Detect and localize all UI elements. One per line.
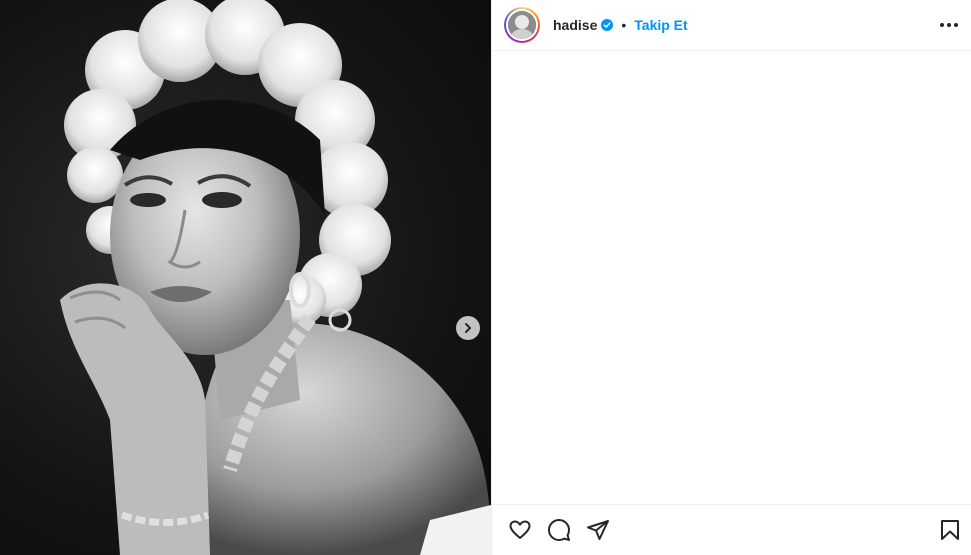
comment-button[interactable] [547,518,571,542]
separator-dot: • [621,17,627,33]
post-sidebar: hadise • Takip Et [492,0,971,555]
post-actions [492,504,971,555]
verified-badge-icon [601,19,614,31]
comment-icon [548,519,570,541]
post-header: hadise • Takip Et [492,0,971,51]
avatar[interactable] [508,11,536,39]
share-button[interactable] [586,518,610,542]
chevron-right-icon [465,323,471,333]
post-photo [60,0,491,555]
more-options-icon [940,23,958,27]
heart-icon [509,520,531,539]
avatar-image [508,11,536,39]
username-link[interactable]: hadise [553,17,597,33]
instagram-post: hadise • Takip Et [0,0,971,555]
more-options-button[interactable] [937,13,961,37]
post-media[interactable] [0,0,491,555]
bookmark-icon [941,520,959,540]
avatar-border [506,9,538,41]
story-ring[interactable] [504,7,540,43]
paper-plane-icon [587,520,609,540]
follow-button[interactable]: Takip Et [634,17,687,33]
like-button[interactable] [508,518,532,542]
next-photo-button[interactable] [456,316,480,340]
save-button[interactable] [938,518,962,542]
